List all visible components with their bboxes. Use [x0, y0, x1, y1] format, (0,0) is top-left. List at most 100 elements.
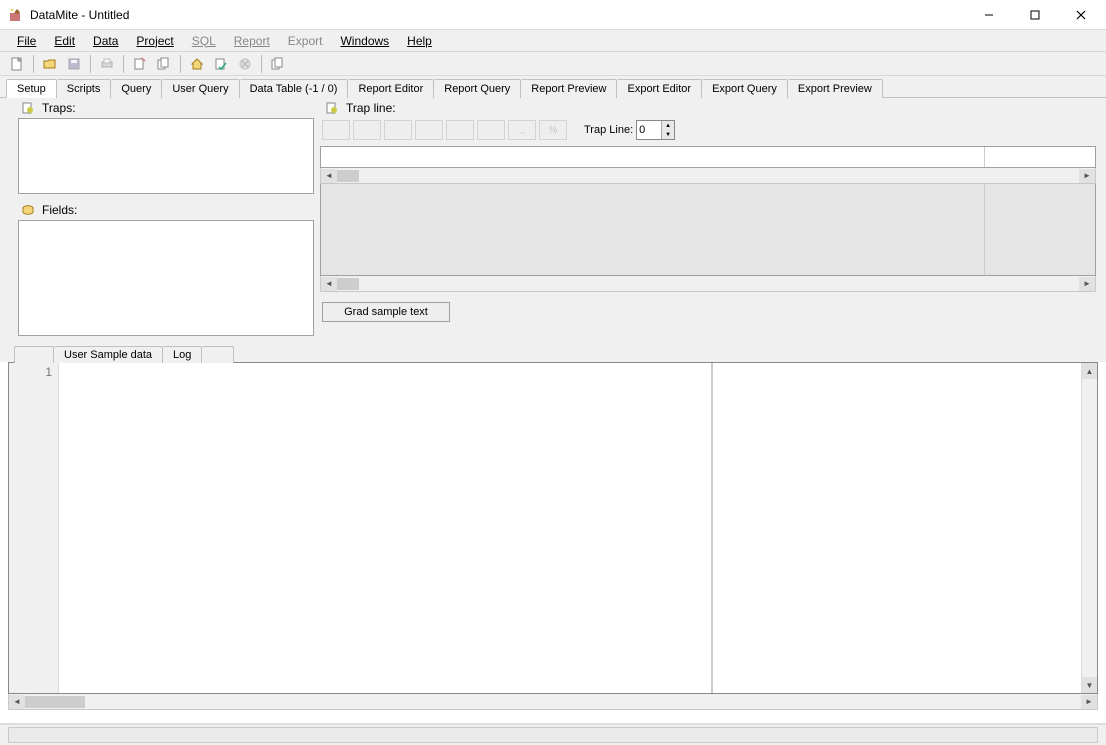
line-number: 1 — [45, 365, 52, 379]
bottom-tab-user-sample-data[interactable]: User Sample data — [54, 346, 163, 363]
scroll-left-icon[interactable]: ◄ — [321, 169, 337, 183]
editor-area: 1 ▲ ▼ — [8, 362, 1098, 694]
traps-header: Traps: — [0, 98, 320, 116]
scroll-left-icon[interactable]: ◄ — [321, 277, 337, 291]
tab-report-editor[interactable]: Report Editor — [348, 79, 434, 98]
upper-grid-hscroll[interactable]: ◄ ► — [320, 168, 1096, 184]
editor-gutter: 1 — [9, 363, 59, 693]
left-column: Traps: Fields: — [0, 98, 320, 342]
trapline-value-input[interactable] — [637, 121, 661, 139]
scroll-right-icon[interactable]: ► — [1079, 277, 1095, 291]
trapline-spinner[interactable]: ▲ ▼ — [636, 120, 675, 140]
lower-grid[interactable] — [320, 184, 1096, 276]
tab-query[interactable]: Query — [111, 79, 162, 98]
tl-btn-4 — [415, 120, 443, 140]
new-icon[interactable] — [6, 54, 28, 74]
content-area: Traps: Fields: Trap line: ., % Trap Line… — [0, 98, 1106, 342]
trapline-toolbar: ., % Trap Line: ▲ ▼ — [320, 118, 1096, 142]
toolbar-separator — [123, 55, 124, 73]
trapline-icon — [324, 100, 340, 116]
check-doc-icon[interactable] — [210, 54, 232, 74]
editor-right-pane[interactable] — [713, 363, 1081, 693]
tab-report-preview[interactable]: Report Preview — [521, 79, 617, 98]
tl-btn-percent: % — [539, 120, 567, 140]
editor-main-pane[interactable] — [59, 363, 711, 693]
menu-report: Report — [225, 32, 279, 50]
trapline-control-label: Trap Line: — [584, 124, 633, 136]
menu-windows[interactable]: Windows — [331, 32, 398, 50]
doc-a-icon[interactable] — [129, 54, 151, 74]
menu-export: Export — [279, 32, 332, 50]
bottom-tab-log[interactable]: Log — [163, 346, 202, 363]
scroll-thumb[interactable] — [25, 696, 85, 708]
maximize-button[interactable] — [1012, 1, 1058, 29]
tl-btn-3 — [384, 120, 412, 140]
app-icon — [8, 7, 24, 23]
trapline-header: Trap line: — [320, 98, 1096, 116]
menu-bar: File Edit Data Project SQL Report Export… — [0, 30, 1106, 52]
status-bar — [0, 723, 1106, 745]
lower-grid-hscroll[interactable]: ◄ ► — [320, 276, 1096, 292]
traps-icon — [20, 100, 36, 116]
trapline-label: Trap line: — [346, 101, 396, 115]
bottom-tab-blank-2[interactable] — [202, 346, 234, 363]
window-title: DataMite - Untitled — [30, 8, 966, 22]
grad-sample-text-button[interactable]: Grad sample text — [322, 302, 450, 322]
bottom-tab-blank-1[interactable] — [14, 346, 54, 363]
upper-grid[interactable] — [320, 146, 1096, 168]
tl-btn-6 — [477, 120, 505, 140]
tab-export-query[interactable]: Export Query — [702, 79, 788, 98]
menu-help[interactable]: Help — [398, 32, 441, 50]
menu-data[interactable]: Data — [84, 32, 127, 50]
doc-b-icon[interactable] — [153, 54, 175, 74]
tl-btn-5 — [446, 120, 474, 140]
menu-project[interactable]: Project — [127, 32, 182, 50]
scroll-thumb[interactable] — [337, 170, 359, 182]
editor-vscroll[interactable]: ▲ ▼ — [1081, 363, 1097, 693]
scroll-down-icon[interactable]: ▼ — [1082, 677, 1097, 693]
menu-edit[interactable]: Edit — [45, 32, 84, 50]
right-column: Trap line: ., % Trap Line: ▲ ▼ ◄ — [320, 98, 1106, 342]
fields-icon — [20, 202, 36, 218]
minimize-button[interactable] — [966, 1, 1012, 29]
menu-file[interactable]: File — [8, 32, 45, 50]
spinner-down[interactable]: ▼ — [661, 130, 674, 139]
tab-scripts[interactable]: Scripts — [57, 79, 112, 98]
fields-listbox[interactable] — [18, 220, 314, 336]
window-controls — [966, 1, 1104, 29]
tab-export-preview[interactable]: Export Preview — [788, 79, 883, 98]
traps-label: Traps: — [42, 101, 76, 115]
home-icon[interactable] — [186, 54, 208, 74]
scroll-up-icon[interactable]: ▲ — [1082, 363, 1097, 379]
copy-icon[interactable] — [267, 54, 289, 74]
toolbar-separator — [180, 55, 181, 73]
spinner-up[interactable]: ▲ — [661, 121, 674, 130]
toolbar-separator — [33, 55, 34, 73]
tab-data-table[interactable]: Data Table (-1 / 0) — [240, 79, 349, 98]
scroll-thumb[interactable] — [337, 278, 359, 290]
traps-listbox[interactable] — [18, 118, 314, 194]
fields-header: Fields: — [0, 200, 320, 218]
bottom-tabs: User Sample data Log — [0, 342, 1106, 362]
print-icon — [96, 54, 118, 74]
tab-setup[interactable]: Setup — [6, 79, 57, 98]
tl-btn-7: ., — [508, 120, 536, 140]
toolbar — [0, 52, 1106, 76]
close-button[interactable] — [1058, 1, 1104, 29]
scroll-left-icon[interactable]: ◄ — [9, 695, 25, 709]
tab-report-query[interactable]: Report Query — [434, 79, 521, 98]
main-tabs: Setup Scripts Query User Query Data Tabl… — [0, 76, 1106, 98]
tl-btn-1 — [322, 120, 350, 140]
tl-btn-2 — [353, 120, 381, 140]
save-icon — [63, 54, 85, 74]
status-bar-panel — [8, 727, 1098, 743]
fields-label: Fields: — [42, 203, 77, 217]
tab-user-query[interactable]: User Query — [162, 79, 239, 98]
scroll-right-icon[interactable]: ► — [1079, 169, 1095, 183]
scroll-right-icon[interactable]: ► — [1081, 695, 1097, 709]
tab-export-editor[interactable]: Export Editor — [617, 79, 702, 98]
editor-hscroll[interactable]: ◄ ► — [8, 694, 1098, 710]
open-icon[interactable] — [39, 54, 61, 74]
toolbar-separator — [90, 55, 91, 73]
menu-sql: SQL — [183, 32, 225, 50]
